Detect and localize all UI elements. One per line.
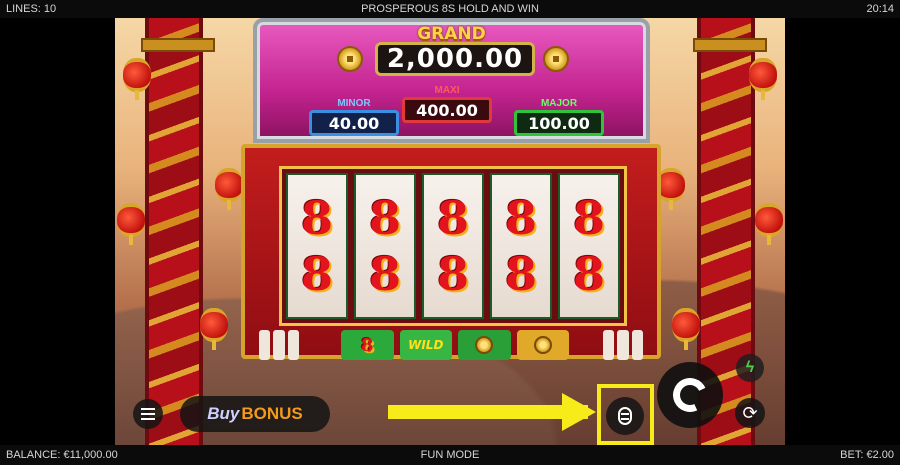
lantern-icon (755, 203, 783, 245)
lucky-8-symbol: 8 (368, 191, 401, 245)
grand-jackpot-value: 2,000.00 (375, 42, 535, 76)
wild-tile: WILD (399, 330, 452, 360)
lucky-8-symbol: 8 (436, 247, 469, 301)
reel-1: 8 8 (286, 173, 348, 319)
lantern-icon (117, 203, 145, 245)
lantern-icon (200, 308, 228, 350)
left-dragon-pillar (141, 18, 215, 445)
minor-jackpot-value: 40.00 (309, 110, 399, 136)
mode-indicator: FUN MODE (420, 449, 480, 461)
slot-machine: 8 8 8 8 8 8 8 8 8 8 8 WILD (241, 144, 661, 360)
clock: 20:14 (866, 3, 894, 15)
major-label: MAJOR (540, 98, 578, 109)
reel-area: 8 8 8 8 8 8 8 8 8 8 (279, 166, 627, 326)
bonus-label: BONUS (241, 404, 303, 423)
pointer-arrow-shaft (388, 405, 588, 419)
lucky-8-symbol: 8 (300, 247, 333, 301)
pillar-cap (141, 38, 215, 52)
major-jackpot-value: 100.00 (514, 110, 604, 136)
pointer-arrow-head (562, 393, 596, 431)
lucky-8-symbol: 8 (572, 191, 605, 245)
reel-2: 8 8 (354, 173, 416, 319)
turbo-icon: ϟ (745, 359, 755, 376)
pillar-cap (693, 38, 767, 52)
reel-3: 8 8 (422, 173, 484, 319)
lantern-icon (672, 308, 700, 350)
buy-bonus-button[interactable]: Buy BONUS (180, 396, 330, 432)
menu-icon (141, 413, 155, 415)
top-status-bar: LINES: 10 PROSPEROUS 8S HOLD AND WIN 20:… (0, 0, 900, 18)
bottom-status-bar: BALANCE: €11,000.00 FUN MODE BET: €2.00 (0, 445, 900, 465)
spin-button[interactable] (657, 362, 723, 428)
grand-label: GRAND (417, 24, 486, 44)
lantern-icon (657, 168, 685, 210)
menu-button[interactable] (133, 399, 163, 429)
coin-icon (337, 46, 363, 72)
buy-label: Buy (207, 404, 240, 423)
lantern-icon (749, 58, 777, 100)
maxi-label: MAXI (434, 85, 460, 96)
lucky-8-symbol: 8 (436, 191, 469, 245)
minor-label: MINOR (337, 98, 371, 109)
lantern-icon (215, 168, 243, 210)
balance-display: BALANCE: €11,000.00 (6, 449, 118, 461)
turbo-button[interactable]: ϟ (736, 354, 764, 382)
lines-indicator: LINES: 10 (6, 3, 57, 15)
maxi-jackpot-value: 400.00 (402, 97, 492, 123)
cycle-icon: ⟳ (742, 402, 758, 423)
game-title: PROSPEROUS 8S HOLD AND WIN (361, 3, 539, 15)
lucky-8-symbol: 8 (360, 334, 374, 356)
bonus-symbol-row: 8 WILD (341, 330, 569, 360)
red-8-tile: 8 (341, 330, 394, 360)
lantern-icon (123, 58, 151, 100)
left-line-pips (259, 330, 299, 360)
lucky-8-symbol: 8 (300, 191, 333, 245)
lucky-8-symbol: 8 (504, 247, 537, 301)
lucky-8-symbol: 8 (572, 247, 605, 301)
spin-arrow-icon (668, 373, 712, 417)
reel-5: 8 8 (558, 173, 620, 319)
coin-tile (458, 330, 511, 360)
gold-ingot-tile (516, 330, 569, 360)
highlight-box (597, 384, 654, 445)
bet-display: BET: €2.00 (840, 449, 894, 461)
coin-icon (475, 336, 494, 354)
lucky-8-symbol: 8 (504, 191, 537, 245)
reel-4: 8 8 (490, 173, 552, 319)
coin-icon (543, 46, 569, 72)
jackpot-panel: GRAND 2,000.00 MINOR 40.00 MAXI 400.00 M… (253, 18, 650, 143)
gold-ingot-icon (533, 336, 552, 354)
right-line-pips (603, 330, 643, 360)
lucky-8-symbol: 8 (368, 247, 401, 301)
cycle-button[interactable]: ⟳ (735, 398, 765, 428)
